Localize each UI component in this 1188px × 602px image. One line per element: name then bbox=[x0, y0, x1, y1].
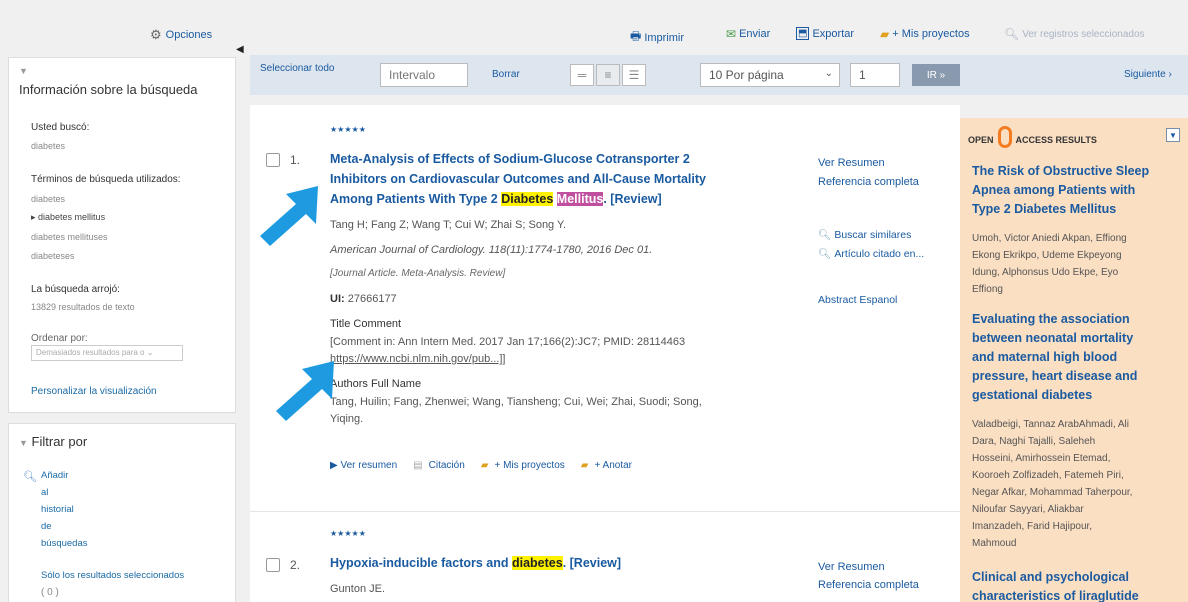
authors-full-name-label: Authors Full Name bbox=[330, 378, 422, 390]
add-project-action[interactable]: + Mis proyectos bbox=[494, 460, 564, 471]
print-button[interactable]: 🖶 Imprimir bbox=[630, 27, 684, 48]
searched-label: Usted buscó: bbox=[31, 122, 90, 133]
view-summary-link[interactable]: Ver Resumen bbox=[818, 561, 885, 573]
folder-plus-icon: ▰ bbox=[480, 460, 489, 471]
collapse-panel-icon[interactable]: ▼ bbox=[19, 66, 28, 76]
relevance-stars: ★★★★★ bbox=[330, 125, 366, 134]
title-comment-label: Title Comment bbox=[330, 318, 402, 330]
left-sidebar: ⚙ Opciones ◀ ▼ Información sobre la búsq… bbox=[0, 0, 244, 602]
result-title-link[interactable]: Meta-Analysis of Effects of Sodium-Gluco… bbox=[330, 149, 770, 209]
title-comment-text: [Comment in: Ann Intern Med. 2017 Jan 17… bbox=[330, 336, 686, 365]
selected-count: ( 0 ) bbox=[41, 587, 59, 598]
range-input[interactable]: Intervalo bbox=[380, 63, 468, 87]
export-icon: ⬒ bbox=[796, 27, 810, 40]
result-authors: Gunton JE. bbox=[330, 583, 386, 595]
chevron-down-icon: ⌄ bbox=[824, 68, 833, 79]
note-icon: ▰ bbox=[580, 460, 589, 471]
magnifier-icon: 🔍︎ bbox=[818, 229, 832, 241]
result-title-link[interactable]: Hypoxia-inducible factors and diabetes. … bbox=[330, 553, 621, 573]
result-number: 1. bbox=[290, 153, 301, 167]
full-reference-link[interactable]: Referencia completa bbox=[818, 176, 919, 188]
find-similar-link[interactable]: 🔍︎ Buscar similares bbox=[818, 228, 911, 242]
page-number-input[interactable]: 1 bbox=[850, 63, 900, 87]
compact-lines-icon: ═ bbox=[577, 68, 587, 82]
normal-lines-icon: ≡ bbox=[604, 68, 612, 82]
per-page-select[interactable]: 10 Por página ⌄ bbox=[700, 63, 840, 87]
printer-icon: 🖶 bbox=[630, 29, 642, 43]
terms-label: Términos de búsqueda utilizados: bbox=[31, 174, 181, 185]
term-item: diabeteses bbox=[31, 251, 75, 261]
term-item-expandable[interactable]: ▸ diabetes mellitus bbox=[31, 212, 105, 223]
result-checkbox[interactable] bbox=[266, 153, 280, 167]
results-list: ★★★★★ 1. Meta-Analysis of Effects of Sod… bbox=[250, 105, 960, 602]
open-access-header: OPEN ACCESS RESULTS bbox=[968, 126, 1097, 148]
comment-url-link[interactable]: https://www.ncbi.nlm.nih.gov/pub...]] bbox=[330, 353, 505, 365]
envelope-icon: ✉ bbox=[726, 27, 737, 41]
export-button[interactable]: ⬒ Exportar bbox=[796, 27, 854, 40]
options-button[interactable]: ⚙ Opciones bbox=[150, 27, 212, 43]
citation-action[interactable]: Citación bbox=[429, 460, 465, 471]
results-toolbar: Seleccionar todo Intervalo Borrar ═ ≡ ☰ … bbox=[250, 55, 1188, 95]
result-number: 2. bbox=[290, 558, 301, 572]
filter-panel: ▼ Filtrar por 🔍︎ Añadir al historial de … bbox=[8, 423, 236, 602]
sort-select[interactable]: Demasiados resultados para o ⌄ bbox=[31, 345, 183, 361]
result-checkbox[interactable] bbox=[266, 558, 280, 572]
clear-link[interactable]: Borrar bbox=[492, 69, 520, 80]
result-divider bbox=[250, 511, 960, 512]
view-compact-button[interactable]: ═ bbox=[570, 64, 594, 86]
view-mode-group: ═ ≡ ☰ bbox=[570, 64, 646, 86]
search-info-panel: ▼ Información sobre la búsqueda Usted bu… bbox=[8, 57, 236, 413]
result-value: 13829 resultados de texto bbox=[31, 302, 135, 312]
searched-value: diabetes bbox=[31, 141, 66, 151]
annotation-arrow-icon bbox=[276, 361, 334, 421]
collapse-filter-icon: ▼ bbox=[19, 438, 28, 448]
authors-full-name-text: Tang, Huilin; Fang, Zhenwei; Wang, Tians… bbox=[330, 396, 702, 425]
top-actions-bar: 🖶 Imprimir ✉ Enviar ⬒ Exportar ▰ + Mis proye… bbox=[240, 18, 1188, 48]
cited-in-link[interactable]: 🔍︎ Artículo citado en... bbox=[818, 247, 924, 261]
magnifier-check-icon: 🔍︎ bbox=[1004, 27, 1020, 41]
relevance-stars: ★★★★★ bbox=[330, 529, 366, 538]
options-bar: ⚙ Opciones ◀ bbox=[0, 18, 244, 55]
result-actions: ▶ Ver resumen ▤ Citación ▰ + Mis proyectos… bbox=[330, 460, 632, 471]
view-summary-link[interactable]: Ver Resumen bbox=[818, 157, 885, 169]
filter-title[interactable]: ▼ Filtrar por bbox=[19, 434, 87, 449]
magnifier-icon: 🔍︎ bbox=[818, 248, 832, 260]
open-access-lock-icon bbox=[997, 126, 1012, 148]
customize-view-link[interactable]: Personalizar la visualización bbox=[31, 386, 157, 397]
expand-triangle-icon: ▸ bbox=[31, 212, 39, 222]
view-normal-button[interactable]: ≡ bbox=[596, 64, 620, 86]
view-expanded-button[interactable]: ☰ bbox=[622, 64, 646, 86]
open-access-panel: OPEN ACCESS RESULTS ▼ The Risk of Obstru… bbox=[960, 118, 1188, 602]
gear-icon: ⚙ bbox=[150, 27, 162, 42]
expanded-lines-icon: ☰ bbox=[628, 68, 640, 82]
result-label: La búsqueda arrojó: bbox=[31, 284, 120, 295]
send-button[interactable]: ✉ Enviar bbox=[726, 27, 770, 41]
term-item: diabetes mellituses bbox=[31, 232, 108, 242]
result-pubtype: [Journal Article. Meta-Analysis. Review] bbox=[330, 268, 506, 279]
result-ui: UI: 27666177 bbox=[330, 293, 397, 305]
search-info-title: Información sobre la búsqueda bbox=[19, 82, 198, 97]
next-page-link[interactable]: Siguiente › bbox=[1124, 69, 1172, 80]
full-reference-link[interactable]: Referencia completa bbox=[818, 579, 919, 591]
result-authors: Tang H; Fang Z; Wang T; Cui W; Zhai S; S… bbox=[330, 219, 567, 231]
my-projects-button[interactable]: ▰ + Mis proyectos bbox=[880, 27, 970, 41]
result-journal: American Journal of Cardiology. 118(11):… bbox=[330, 244, 653, 256]
folder-plus-icon: ▰ bbox=[880, 27, 890, 41]
abstract-spanish-link[interactable]: Abstract Espanol bbox=[818, 294, 897, 306]
citation-icon: ▤ bbox=[413, 460, 423, 471]
open-access-toggle[interactable]: ▼ bbox=[1166, 128, 1180, 142]
selected-only-link[interactable]: Sólo los resultados seleccionados bbox=[41, 570, 184, 581]
view-summary-action[interactable]: ▶ Ver resumen bbox=[330, 460, 397, 471]
annotation-arrow-icon bbox=[260, 186, 318, 246]
sort-label: Ordenar por: bbox=[31, 333, 88, 344]
go-button[interactable]: IR » bbox=[912, 64, 960, 86]
term-item: diabetes bbox=[31, 194, 66, 204]
select-all-link[interactable]: Seleccionar todo bbox=[260, 63, 335, 74]
view-selected-button[interactable]: 🔍︎ Ver registros seleccionados bbox=[1004, 27, 1145, 41]
magnifier-plus-icon: 🔍︎ bbox=[23, 471, 37, 483]
options-label: Opciones bbox=[165, 29, 213, 41]
annotate-action[interactable]: + Anotar bbox=[594, 460, 632, 471]
